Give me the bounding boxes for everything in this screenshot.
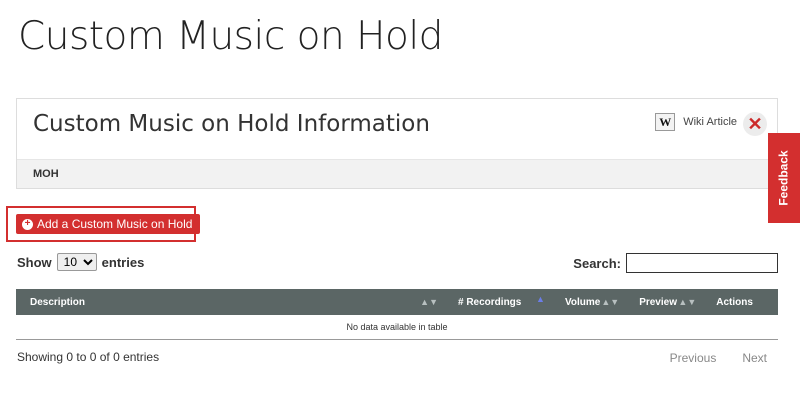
next-button[interactable]: Next — [742, 351, 767, 365]
entries-select[interactable]: 10 — [56, 253, 97, 271]
sort-icon: ▲▼ — [678, 297, 697, 307]
column-actions-label: Actions — [716, 296, 753, 308]
wiki-article-label: Wiki Article — [683, 116, 737, 128]
column-preview[interactable]: Preview ▲▼ — [625, 289, 703, 315]
entries-length-control: Show 10 entries — [17, 253, 144, 271]
previous-button[interactable]: Previous — [670, 351, 717, 365]
sort-icon: ▲▼ — [420, 297, 438, 307]
page-title: Custom Music on Hold — [18, 14, 443, 59]
table-info: Showing 0 to 0 of 0 entries — [17, 350, 160, 364]
feedback-label: Feedback — [777, 150, 792, 206]
wikipedia-icon: W — [655, 113, 676, 131]
pagination: Previous Next — [670, 351, 767, 365]
column-preview-label: Preview — [639, 296, 677, 308]
column-volume[interactable]: Volume ▲▼ — [550, 289, 626, 315]
close-icon[interactable]: ✕ — [743, 112, 767, 136]
search-label: Search: — [573, 255, 621, 271]
moh-table: Description ▲▼ # Recordings ▲ Volume ▲▼ … — [16, 289, 778, 340]
search-input[interactable] — [626, 253, 778, 273]
sort-icon: ▲▼ — [601, 297, 620, 307]
wiki-article-link[interactable]: W Wiki Article — [655, 113, 737, 131]
plus-circle-icon: + — [22, 218, 33, 230]
sort-ascending-icon: ▲ — [536, 294, 545, 304]
column-actions: Actions — [702, 289, 778, 315]
info-panel-title: Custom Music on Hold Information — [33, 111, 430, 137]
show-label: Show — [17, 254, 52, 270]
column-recordings-label: # Recordings — [458, 296, 522, 308]
add-button-label: Add a Custom Music on Hold — [37, 217, 193, 231]
column-recordings[interactable]: # Recordings ▲ — [444, 289, 551, 315]
table-row: No data available in table — [16, 315, 778, 340]
entries-label: entries — [101, 254, 145, 270]
tab-moh[interactable]: MOH — [33, 168, 59, 180]
column-description[interactable]: Description ▲▼ — [16, 289, 444, 315]
column-description-label: Description — [30, 296, 86, 308]
add-custom-moh-button[interactable]: + Add a Custom Music on Hold — [16, 214, 201, 234]
info-tab-strip: MOH — [17, 159, 777, 188]
empty-table-message: No data available in table — [16, 315, 778, 340]
column-volume-label: Volume — [564, 296, 601, 308]
search-control: Search: — [573, 253, 778, 273]
info-panel: Custom Music on Hold Information W Wiki … — [16, 98, 778, 189]
table-header-row: Description ▲▼ # Recordings ▲ Volume ▲▼ … — [16, 289, 778, 315]
feedback-button[interactable]: Feedback — [768, 133, 800, 223]
